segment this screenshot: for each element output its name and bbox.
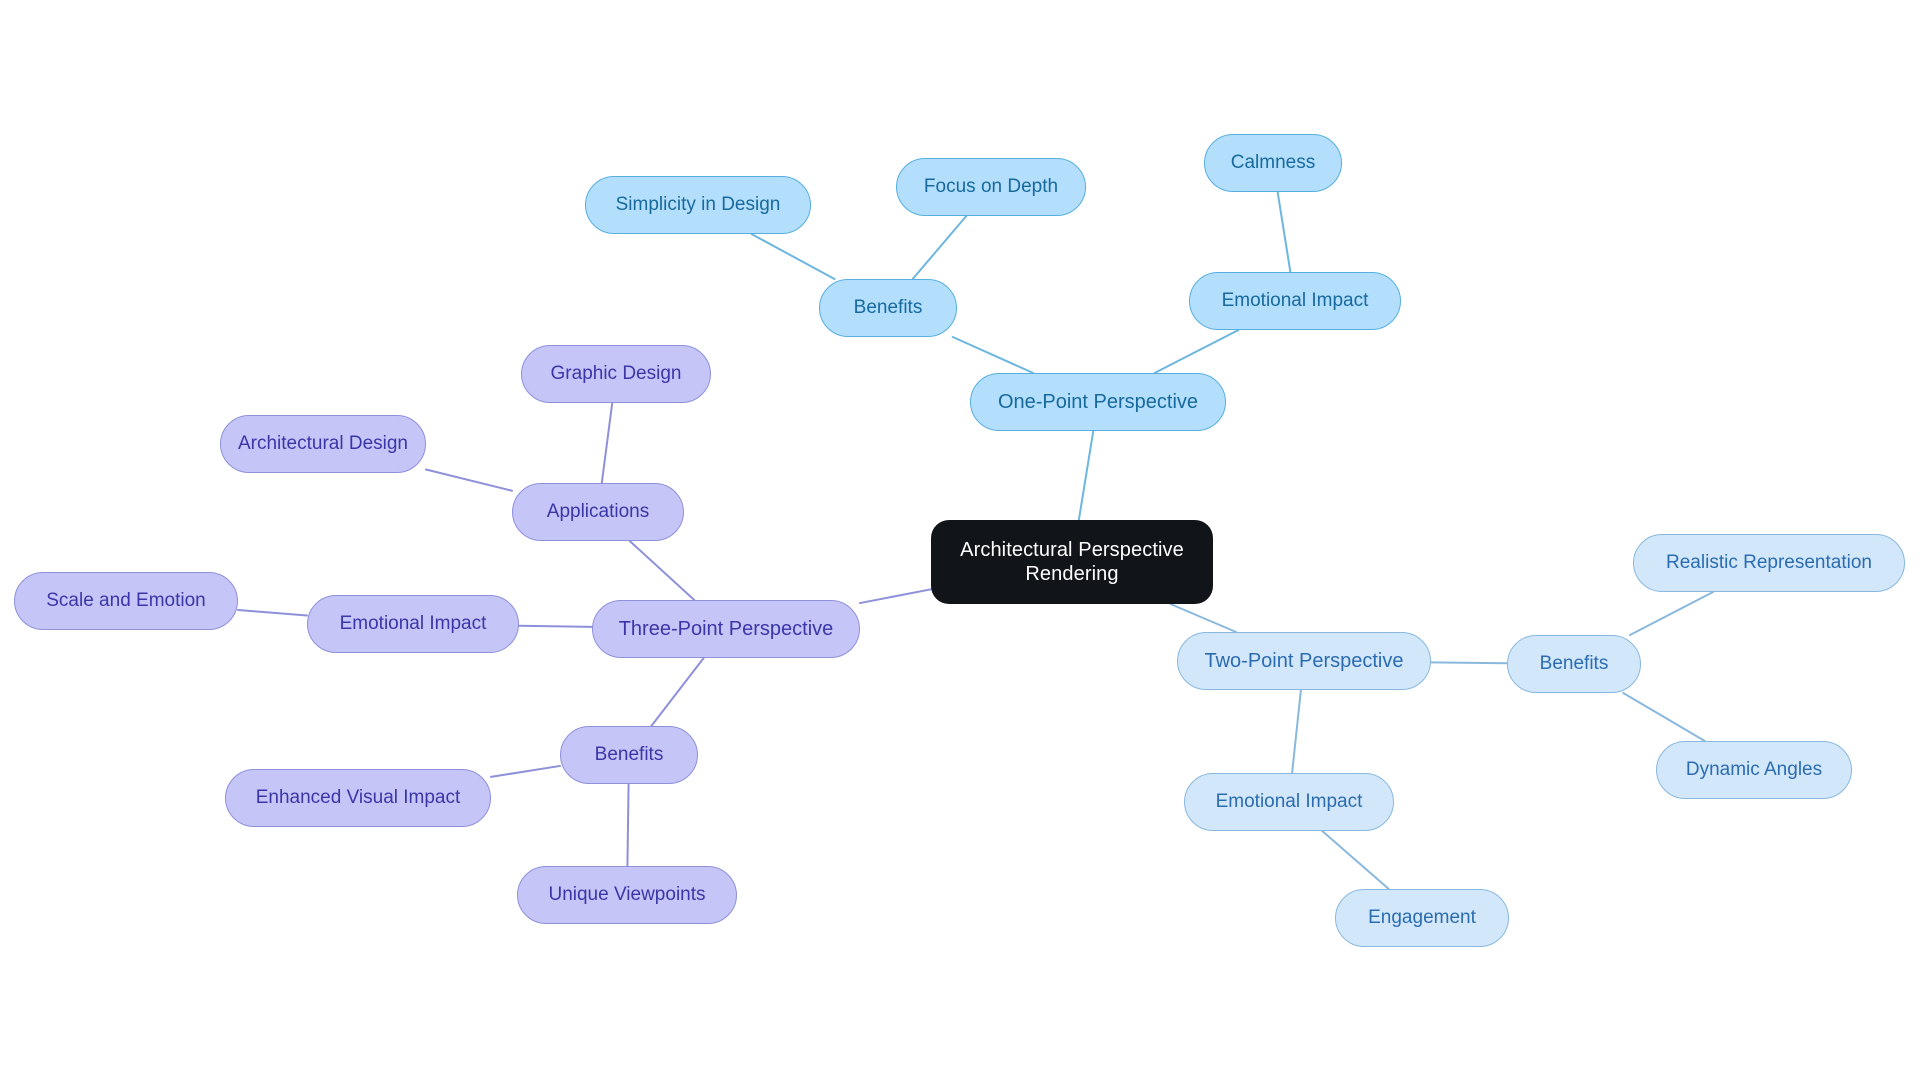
mindmap-edge-root-to-one-point [1077,430,1095,521]
mindmap-node-three-point[interactable]: Three-Point Perspective [592,600,860,658]
mindmap-node-three-enhanced[interactable]: Enhanced Visual Impact [225,769,491,827]
mindmap-edge-two-benefits-to-two-dynamic [1622,692,1706,742]
mindmap-edge-three-point-to-three-apps [628,540,696,601]
mindmap-canvas: Architectural Perspective Rendering One-P… [0,0,1920,1083]
mindmap-root-node[interactable]: Architectural Perspective Rendering [931,520,1213,604]
mindmap-edge-three-benefits-to-three-enhanced [490,764,561,778]
mindmap-node-two-emotional[interactable]: Emotional Impact [1184,773,1394,831]
mindmap-edge-one-benefits-to-one-focus [911,215,968,280]
mindmap-node-one-calmness[interactable]: Calmness [1204,134,1342,192]
mindmap-edge-root-to-two-point [1169,603,1238,633]
mindmap-node-one-focus[interactable]: Focus on Depth [896,158,1086,216]
mindmap-node-two-benefits[interactable]: Benefits [1507,635,1641,693]
mindmap-node-three-apps[interactable]: Applications [512,483,684,541]
mindmap-node-two-dynamic[interactable]: Dynamic Angles [1656,741,1852,799]
mindmap-node-one-benefits[interactable]: Benefits [819,279,957,337]
mindmap-node-one-point[interactable]: One-Point Perspective [970,373,1226,431]
mindmap-edge-one-point-to-one-benefits [951,336,1035,374]
mindmap-node-one-emotional[interactable]: Emotional Impact [1189,272,1401,330]
mindmap-edge-two-point-to-two-emotional [1291,689,1302,774]
mindmap-edge-three-point-to-three-benefits [650,657,705,727]
mindmap-edge-root-to-three-point [859,588,932,605]
mindmap-node-three-benefits[interactable]: Benefits [560,726,698,784]
mindmap-node-three-graphic[interactable]: Graphic Design [521,345,711,403]
mindmap-edge-three-apps-to-three-arch [425,468,513,492]
mindmap-edge-two-benefits-to-two-realistic [1628,591,1715,636]
mindmap-node-three-emotional[interactable]: Emotional Impact [307,595,519,653]
mindmap-node-three-scale[interactable]: Scale and Emotion [14,572,238,630]
mindmap-node-two-realistic[interactable]: Realistic Representation [1633,534,1905,592]
mindmap-node-two-point[interactable]: Two-Point Perspective [1177,632,1431,690]
mindmap-edge-three-benefits-to-three-unique [626,783,630,867]
mindmap-node-three-unique[interactable]: Unique Viewpoints [517,866,737,924]
mindmap-edge-three-apps-to-three-graphic [600,402,614,484]
mindmap-edge-one-benefits-to-one-simplicity [750,233,836,280]
mindmap-edge-three-emotional-to-three-scale [237,608,308,617]
mindmap-edge-three-point-to-three-emotional [518,624,593,628]
mindmap-edge-two-point-to-two-benefits [1430,661,1508,665]
mindmap-node-one-simplicity[interactable]: Simplicity in Design [585,176,811,234]
mindmap-edge-one-point-to-one-emotional [1153,329,1240,374]
mindmap-node-three-arch[interactable]: Architectural Design [220,415,426,473]
mindmap-edge-two-emotional-to-two-engagement [1321,830,1390,890]
mindmap-edge-one-emotional-to-one-calmness [1276,191,1292,273]
mindmap-node-two-engagement[interactable]: Engagement [1335,889,1509,947]
